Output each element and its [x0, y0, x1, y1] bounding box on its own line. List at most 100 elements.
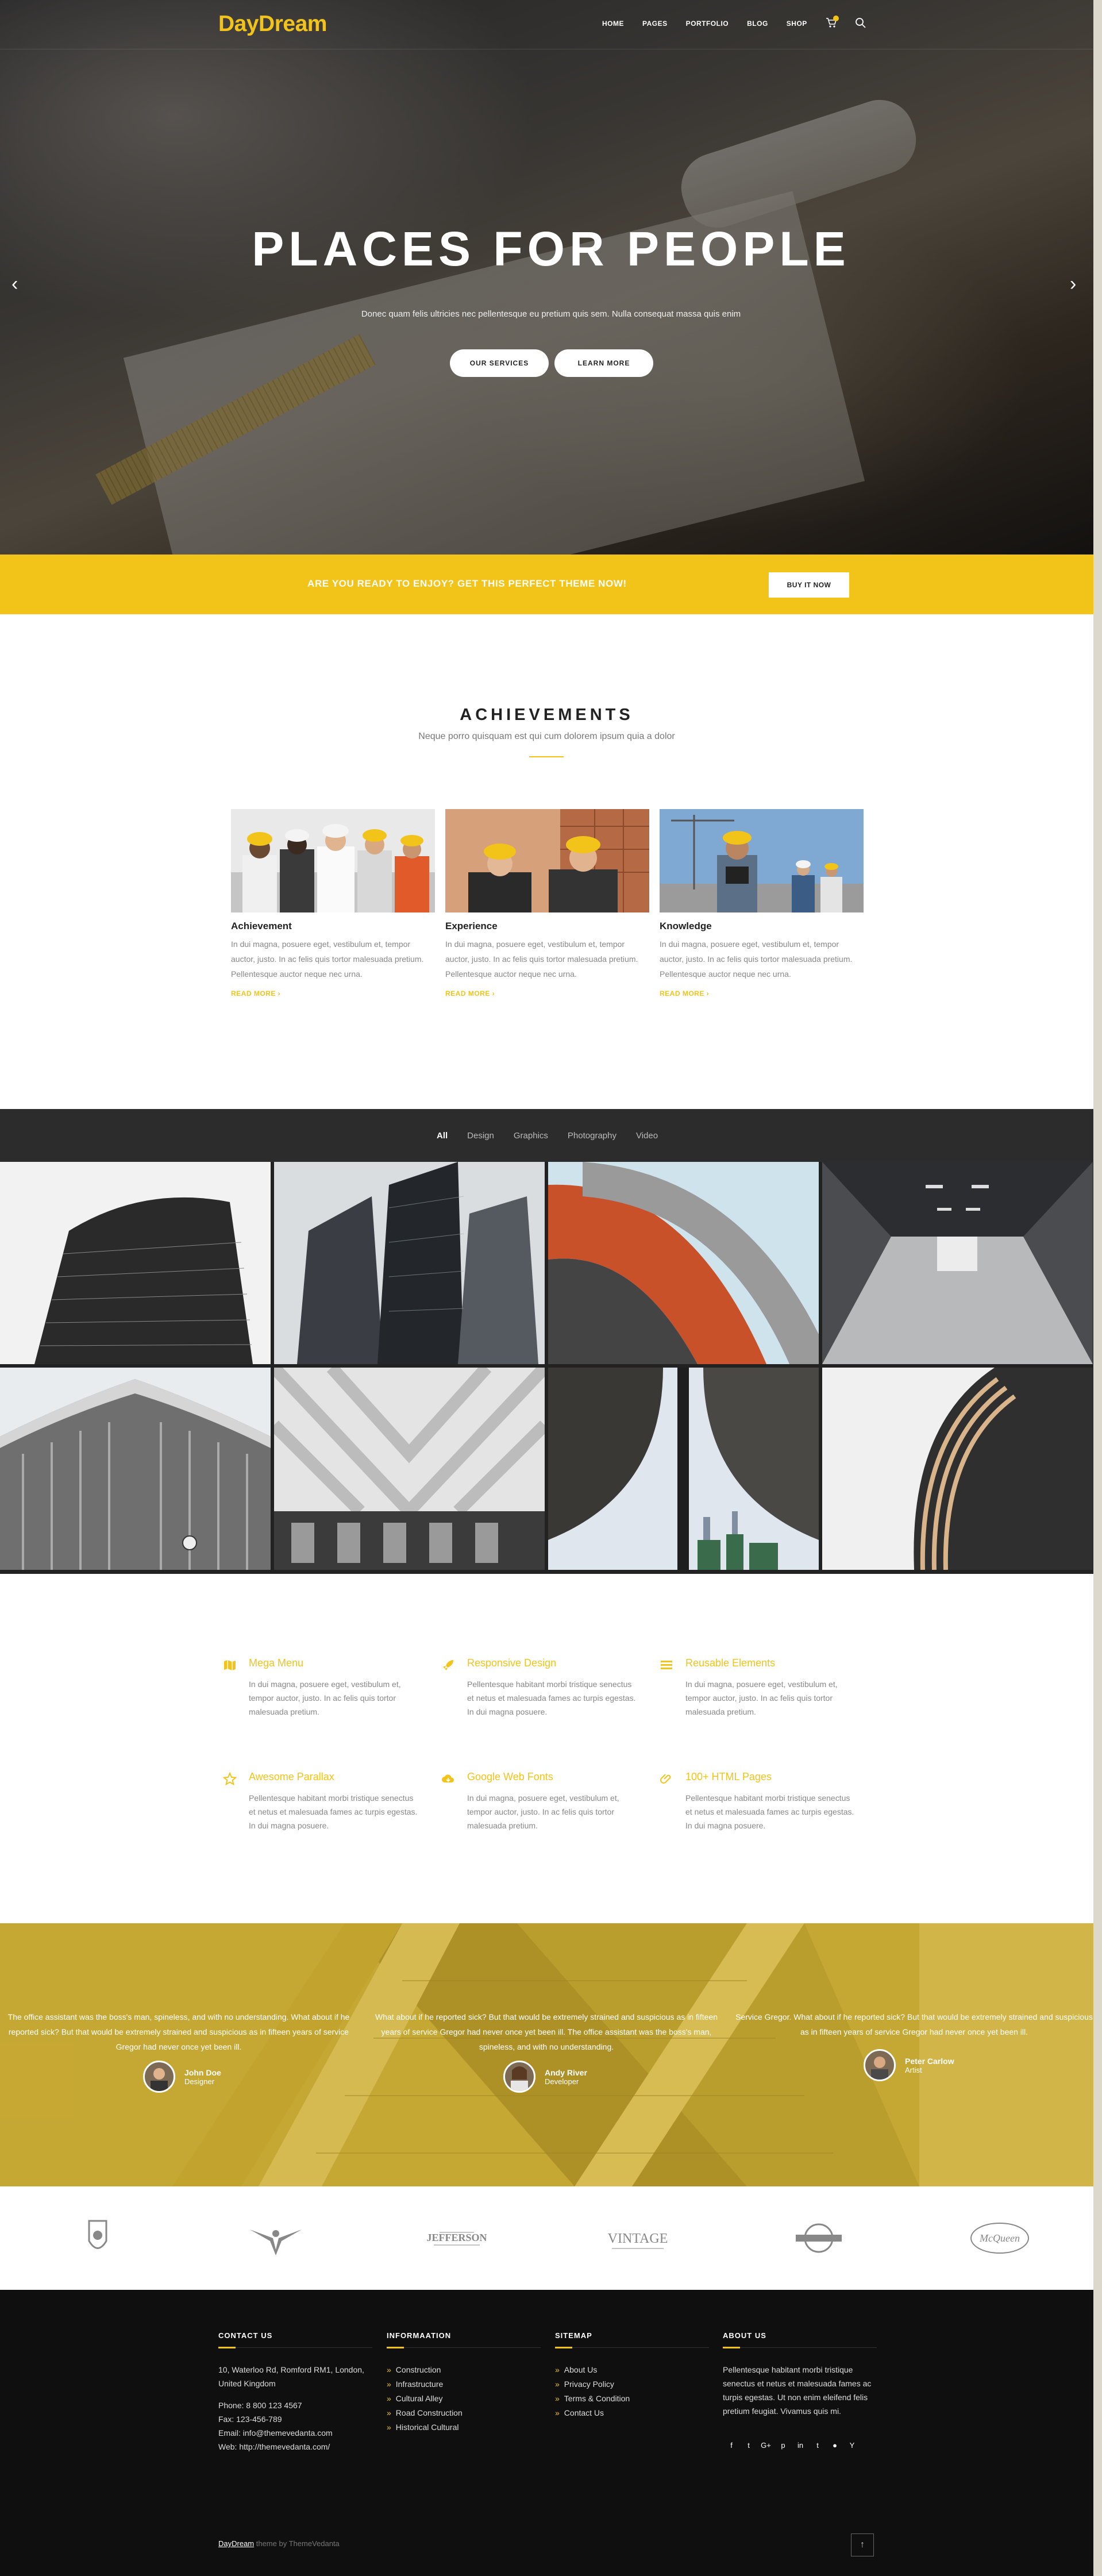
cta-bar: ARE YOU READY TO ENJOY? GET THIS PERFECT… — [0, 555, 1093, 614]
tab-video[interactable]: Video — [636, 1131, 658, 1141]
footer-link[interactable]: Historical Cultural — [387, 2420, 541, 2435]
client-logo-jefferson[interactable]: JEFFERSON — [422, 2215, 491, 2261]
client-logo-badge[interactable] — [784, 2215, 853, 2261]
author-role: Developer — [545, 2077, 579, 2086]
achievement-card: Knowledge In dui magna, posuere eget, ve… — [660, 809, 864, 998]
footer-heading: ABOUT US — [723, 2331, 766, 2340]
cart-icon[interactable] — [826, 16, 839, 30]
contact-email[interactable]: Email: info@themevedanta.com — [218, 2426, 372, 2440]
nav-blog[interactable]: BLOG — [747, 20, 768, 28]
contact-fax: Fax: 123-456-789 — [218, 2415, 282, 2424]
twitter-icon[interactable]: t — [740, 2441, 757, 2450]
footer-link[interactable]: Contact Us — [555, 2406, 709, 2420]
tab-graphics[interactable]: Graphics — [514, 1131, 548, 1141]
copyright-link[interactable]: DayDream — [218, 2539, 254, 2548]
learn-more-button[interactable]: LEARN MORE — [554, 349, 653, 377]
main-nav: HOME PAGES PORTFOLIO BLOG SHOP — [602, 20, 826, 28]
nav-home[interactable]: HOME — [602, 20, 624, 28]
feature-item: 100+ HTML Pages Pellentesque habitant mo… — [659, 1771, 854, 1832]
rocket-icon — [441, 1658, 456, 1673]
footer-heading: INFORMAATION — [387, 2331, 452, 2340]
tab-design[interactable]: Design — [467, 1131, 494, 1141]
client-logo-mcqueen[interactable]: McQueen — [965, 2215, 1034, 2261]
nav-shop[interactable]: SHOP — [787, 20, 807, 28]
author-name: Andy River — [545, 2067, 587, 2077]
feature-title: Awesome Parallax — [249, 1771, 334, 1782]
footer-information: INFORMAATION Construction Infrastructure… — [387, 2331, 541, 2435]
portfolio-item[interactable] — [822, 1368, 1093, 1570]
read-more-link[interactable]: READ MORE › — [660, 989, 864, 998]
portfolio-filter-bar: All Design Graphics Photography Video — [0, 1109, 1093, 1162]
read-more-link[interactable]: READ MORE › — [231, 989, 435, 998]
our-services-button[interactable]: OUR SERVICES — [450, 349, 549, 377]
achievement-card-title: Achievement — [231, 921, 292, 931]
portfolio-item[interactable] — [548, 1368, 819, 1570]
hero-slider: DayDream HOME PAGES PORTFOLIO BLOG SHOP … — [0, 0, 1102, 555]
about-text: Pellentesque habitant morbi tristique se… — [723, 2365, 872, 2416]
portfolio-item[interactable] — [0, 1368, 271, 1570]
site-header: DayDream HOME PAGES PORTFOLIO BLOG SHOP — [0, 0, 1102, 49]
star-icon — [222, 1772, 237, 1787]
tab-photography[interactable]: Photography — [568, 1131, 616, 1141]
client-logo-vintage[interactable]: VINTAGE — [603, 2215, 672, 2261]
yahoo-icon[interactable]: Y — [843, 2441, 861, 2450]
feature-title: 100+ HTML Pages — [685, 1771, 772, 1782]
portfolio-item[interactable] — [274, 1162, 545, 1364]
footer-link[interactable]: Road Construction — [387, 2406, 541, 2420]
footer-link[interactable]: About Us — [555, 2363, 709, 2377]
portfolio-item[interactable] — [274, 1368, 545, 1570]
testimonial-quote: Service Gregor. What about if he reporte… — [735, 2012, 1093, 2036]
footer-link[interactable]: Cultural Alley — [387, 2392, 541, 2406]
hero-title: PLACES FOR PEOPLE — [252, 222, 850, 276]
hero-buttons: OUR SERVICES LEARN MORE — [450, 349, 653, 377]
achievement-image[interactable] — [231, 809, 435, 912]
linkedin-icon[interactable]: in — [792, 2441, 809, 2450]
page-scrollbar[interactable] — [1093, 0, 1102, 2576]
tab-all[interactable]: All — [437, 1131, 448, 1141]
feature-item: Mega Menu In dui magna, posuere eget, ve… — [222, 1657, 418, 1719]
pinterest-icon[interactable]: p — [775, 2441, 792, 2450]
footer-link[interactable]: Terms & Condition — [555, 2392, 709, 2406]
copyright: DayDream theme by ThemeVedanta — [218, 2539, 340, 2548]
tumblr-icon[interactable]: t — [809, 2441, 826, 2450]
footer-link[interactable]: Construction — [387, 2363, 541, 2377]
nav-portfolio[interactable]: PORTFOLIO — [686, 20, 729, 28]
read-more-link[interactable]: READ MORE › — [445, 989, 649, 998]
back-to-top-button[interactable]: ↑ — [851, 2533, 874, 2556]
footer-link[interactable]: Infrastructure — [387, 2377, 541, 2392]
footer-heading: SITEMAP — [555, 2331, 592, 2340]
map-icon — [222, 1658, 237, 1673]
author-role: Artist — [905, 2065, 922, 2074]
site-logo[interactable]: DayDream — [218, 11, 327, 37]
testimonial-quote: What about if he reported sick? But that… — [375, 2012, 718, 2051]
svg-text:JEFFERSON: JEFFERSON — [426, 2232, 487, 2243]
google-plus-icon[interactable]: G+ — [757, 2441, 775, 2450]
avatar — [864, 2049, 896, 2081]
footer-link[interactable]: Privacy Policy — [555, 2377, 709, 2392]
client-logo-shield[interactable] — [63, 2215, 132, 2261]
buy-now-button[interactable]: BUY IT NOW — [769, 572, 849, 598]
feature-text: Pellentesque habitant morbi tristique se… — [685, 1793, 854, 1830]
achievement-image[interactable] — [445, 809, 649, 912]
portfolio-item[interactable] — [548, 1162, 819, 1364]
facebook-icon[interactable]: f — [723, 2441, 740, 2450]
portfolio-grid — [0, 1162, 1093, 1574]
feature-title: Google Web Fonts — [467, 1771, 553, 1782]
nav-pages[interactable]: PAGES — [642, 20, 668, 28]
portfolio-tabs: All Design Graphics Photography Video — [437, 1131, 677, 1141]
hero-subtitle: Donec quam felis ultricies nec pellentes… — [361, 309, 741, 319]
site-footer: CONTACT US 10, Waterloo Rd, Romford RM1,… — [0, 2290, 1093, 2576]
contact-web[interactable]: Web: http://themevedanta.com/ — [218, 2440, 372, 2454]
search-icon[interactable] — [855, 17, 868, 30]
feature-text: Pellentesque habitant morbi tristique se… — [249, 1793, 418, 1830]
client-logo-eagle[interactable] — [241, 2215, 310, 2261]
portfolio-item[interactable] — [822, 1162, 1093, 1364]
feature-text: Pellentesque habitant morbi tristique se… — [467, 1680, 636, 1716]
achievement-card-text: In dui magna, posuere eget, vestibulum e… — [231, 939, 424, 979]
achievement-image[interactable] — [660, 809, 864, 912]
achievements-subtitle: Neque porro quisquam est qui cum dolorem… — [418, 731, 675, 741]
dribbble-icon[interactable]: ● — [826, 2441, 843, 2450]
avatar — [143, 2061, 175, 2093]
portfolio-item[interactable] — [0, 1162, 271, 1364]
achievement-card: Achievement In dui magna, posuere eget, … — [231, 809, 435, 998]
